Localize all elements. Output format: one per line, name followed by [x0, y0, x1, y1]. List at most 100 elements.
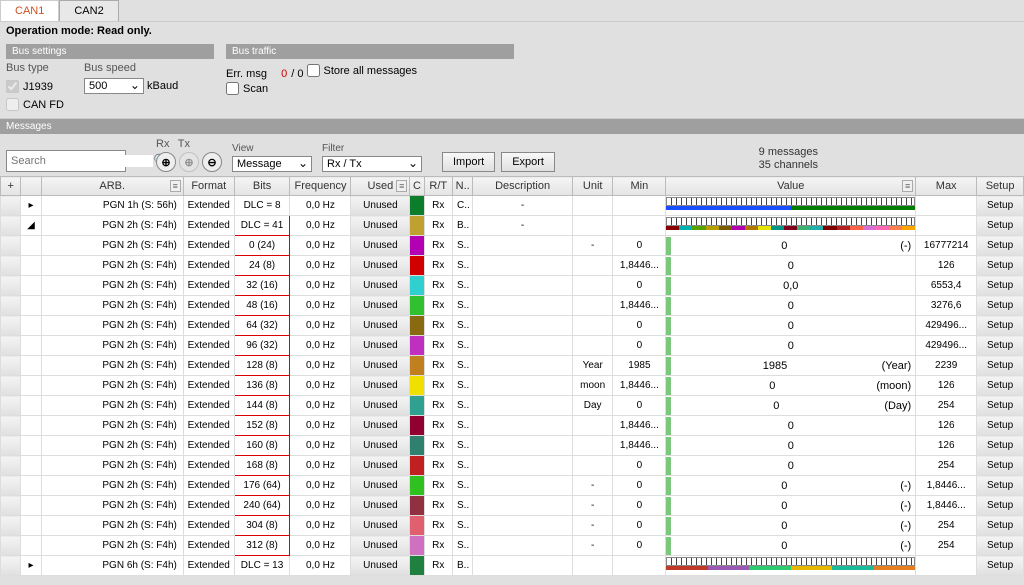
used-button[interactable]: Unused: [351, 376, 410, 396]
col-max[interactable]: Max: [916, 177, 977, 196]
store-all-checkbox[interactable]: [307, 64, 320, 77]
col-value[interactable]: Value≡: [666, 177, 916, 196]
row-expand-outer[interactable]: [1, 456, 21, 476]
used-button[interactable]: Unused: [351, 196, 410, 216]
used-button[interactable]: Unused: [351, 456, 410, 476]
setup-button[interactable]: Setup: [977, 336, 1024, 356]
setup-button[interactable]: Setup: [977, 196, 1024, 216]
col-setup[interactable]: Setup: [977, 177, 1024, 196]
table-row[interactable]: PGN 2h (S: F4h)Extended32 (16)0,0 HzUnus…: [1, 276, 1024, 296]
table-row[interactable]: PGN 2h (S: F4h)Extended144 (8)0,0 HzUnus…: [1, 396, 1024, 416]
used-button[interactable]: Unused: [351, 236, 410, 256]
row-expand-outer[interactable]: [1, 276, 21, 296]
add-row-button[interactable]: +: [1, 177, 21, 196]
used-button[interactable]: Unused: [351, 276, 410, 296]
filter-dropdown[interactable]: Rx / Tx: [322, 156, 422, 172]
row-expand-outer[interactable]: [1, 256, 21, 276]
view-dropdown[interactable]: Message: [232, 156, 312, 172]
table-row[interactable]: ▸PGN 1h (S: 56h)ExtendedDLC = 80,0 HzUnu…: [1, 196, 1024, 216]
table-row[interactable]: ◢PGN 2h (S: F4h)ExtendedDLC = 410,0 HzUn…: [1, 216, 1024, 236]
table-row[interactable]: PGN 2h (S: F4h)Extended136 (8)0,0 HzUnus…: [1, 376, 1024, 396]
setup-button[interactable]: Setup: [977, 356, 1024, 376]
color-cell[interactable]: [410, 536, 424, 556]
expand-icon[interactable]: [21, 436, 41, 456]
expand-icon[interactable]: [21, 376, 41, 396]
row-expand-outer[interactable]: [1, 416, 21, 436]
table-row[interactable]: PGN 2h (S: F4h)Extended0 (24)0,0 HzUnuse…: [1, 236, 1024, 256]
color-cell[interactable]: [410, 456, 424, 476]
import-button[interactable]: Import: [442, 152, 495, 172]
expand-icon[interactable]: [21, 536, 41, 556]
row-expand-outer[interactable]: [1, 436, 21, 456]
row-expand-outer[interactable]: [1, 216, 21, 236]
col-unit[interactable]: Unit: [572, 177, 613, 196]
j1939-checkbox[interactable]: [6, 80, 19, 93]
table-row[interactable]: PGN 2h (S: F4h)Extended96 (32)0,0 HzUnus…: [1, 336, 1024, 356]
used-button[interactable]: Unused: [351, 256, 410, 276]
col-rt[interactable]: R/T: [424, 177, 452, 196]
expand-icon[interactable]: [21, 476, 41, 496]
col-used[interactable]: Used≡: [351, 177, 410, 196]
setup-button[interactable]: Setup: [977, 256, 1024, 276]
color-cell[interactable]: [410, 336, 424, 356]
setup-button[interactable]: Setup: [977, 536, 1024, 556]
used-button[interactable]: Unused: [351, 336, 410, 356]
row-expand-outer[interactable]: [1, 316, 21, 336]
row-expand-outer[interactable]: [1, 236, 21, 256]
table-row[interactable]: PGN 2h (S: F4h)Extended128 (8)0,0 HzUnus…: [1, 356, 1024, 376]
expand-icon[interactable]: [21, 416, 41, 436]
color-cell[interactable]: [410, 236, 424, 256]
table-row[interactable]: PGN 2h (S: F4h)Extended160 (8)0,0 HzUnus…: [1, 436, 1024, 456]
setup-button[interactable]: Setup: [977, 316, 1024, 336]
setup-button[interactable]: Setup: [977, 436, 1024, 456]
remove-button[interactable]: ⊖: [202, 152, 222, 172]
expand-icon[interactable]: [21, 316, 41, 336]
setup-button[interactable]: Setup: [977, 376, 1024, 396]
setup-button[interactable]: Setup: [977, 556, 1024, 576]
used-button[interactable]: Unused: [351, 556, 410, 576]
expand-icon[interactable]: [21, 336, 41, 356]
row-expand-outer[interactable]: [1, 336, 21, 356]
table-row[interactable]: ▸PGN 6h (S: F4h)ExtendedDLC = 130,0 HzUn…: [1, 556, 1024, 576]
col-desc[interactable]: Description: [473, 177, 573, 196]
col-color[interactable]: C: [410, 177, 424, 196]
setup-button[interactable]: Setup: [977, 476, 1024, 496]
expand-icon[interactable]: [21, 276, 41, 296]
expand-icon[interactable]: [21, 356, 41, 376]
tab-can2[interactable]: CAN2: [59, 0, 118, 21]
color-cell[interactable]: [410, 416, 424, 436]
search-box[interactable]: 🔍: [6, 150, 126, 172]
expand-icon[interactable]: [21, 296, 41, 316]
color-cell[interactable]: [410, 476, 424, 496]
setup-button[interactable]: Setup: [977, 416, 1024, 436]
expand-icon[interactable]: [21, 456, 41, 476]
row-expand-outer[interactable]: [1, 536, 21, 556]
color-cell[interactable]: [410, 376, 424, 396]
table-row[interactable]: PGN 2h (S: F4h)Extended64 (32)0,0 HzUnus…: [1, 316, 1024, 336]
row-expand-outer[interactable]: [1, 516, 21, 536]
used-button[interactable]: Unused: [351, 316, 410, 336]
setup-button[interactable]: Setup: [977, 296, 1024, 316]
used-button[interactable]: Unused: [351, 396, 410, 416]
color-cell[interactable]: [410, 316, 424, 336]
used-button[interactable]: Unused: [351, 356, 410, 376]
color-cell[interactable]: [410, 296, 424, 316]
expand-icon[interactable]: [21, 396, 41, 416]
used-button[interactable]: Unused: [351, 216, 410, 236]
row-expand-outer[interactable]: [1, 556, 21, 576]
color-cell[interactable]: [410, 516, 424, 536]
used-button[interactable]: Unused: [351, 476, 410, 496]
setup-button[interactable]: Setup: [977, 496, 1024, 516]
setup-button[interactable]: Setup: [977, 236, 1024, 256]
table-row[interactable]: PGN 2h (S: F4h)Extended168 (8)0,0 HzUnus…: [1, 456, 1024, 476]
menu-icon[interactable]: ≡: [396, 180, 407, 192]
color-cell[interactable]: [410, 356, 424, 376]
row-expand-outer[interactable]: [1, 296, 21, 316]
expand-icon[interactable]: [21, 516, 41, 536]
color-cell[interactable]: [410, 276, 424, 296]
table-row[interactable]: PGN 2h (S: F4h)Extended152 (8)0,0 HzUnus…: [1, 416, 1024, 436]
canfd-checkbox[interactable]: [6, 98, 19, 111]
col-arb[interactable]: ARB.≡: [41, 177, 183, 196]
expand-icon[interactable]: ◢: [21, 216, 41, 236]
expand-icon[interactable]: ▸: [21, 196, 41, 216]
